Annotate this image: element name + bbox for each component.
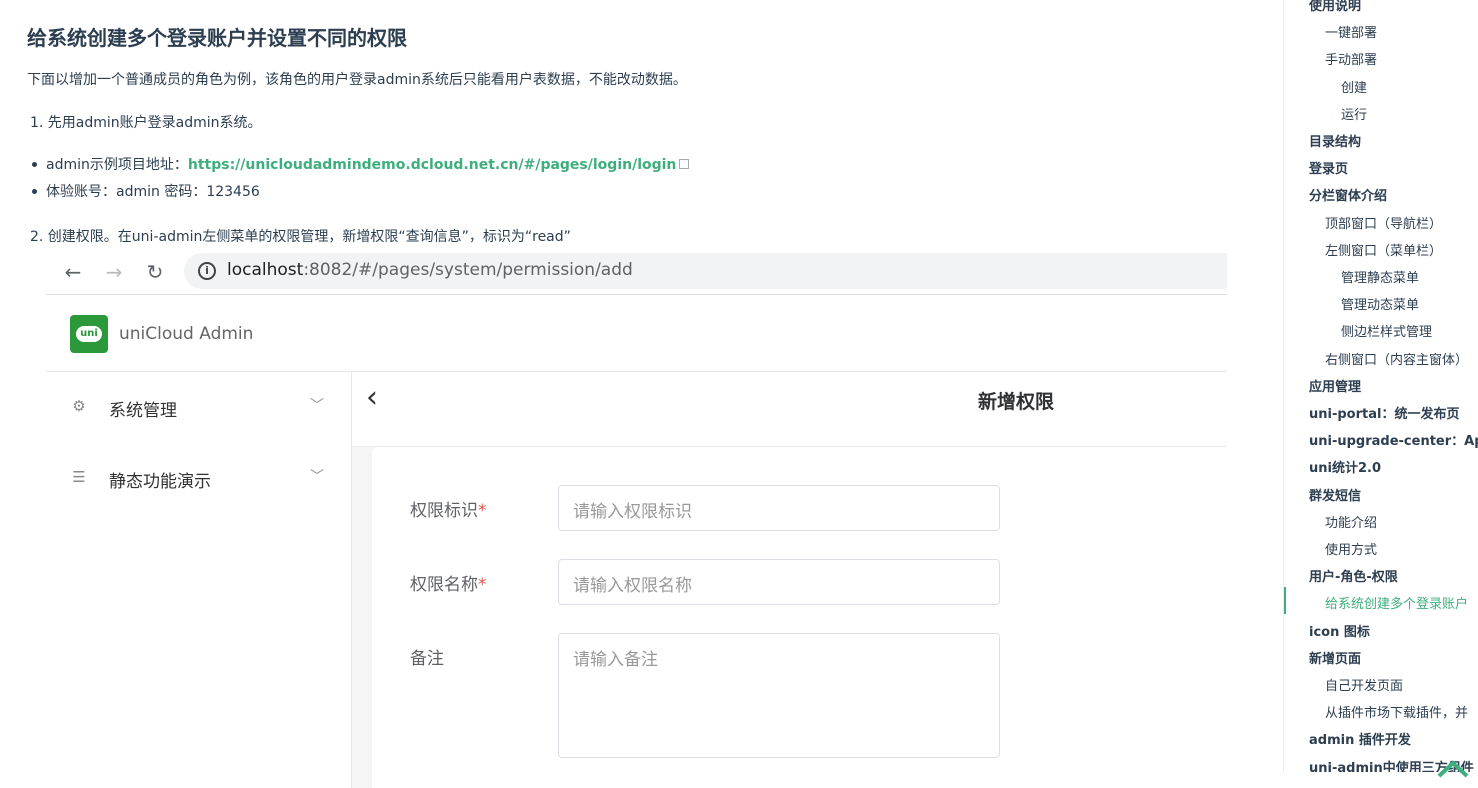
toc-item[interactable]: 使用说明 <box>1309 0 1361 14</box>
app-sidebar: ⚙ 系统管理 ﹀ ☰ 静态功能演示 ﹀ <box>46 372 352 788</box>
chevron-up-icon[interactable] <box>1436 758 1470 780</box>
app-name: uniCloud Admin <box>119 324 254 344</box>
toc-item[interactable]: uni-portal：统一发布页 <box>1309 403 1459 422</box>
reload-icon: ↻ <box>146 260 164 284</box>
toc-item[interactable]: 应用管理 <box>1309 376 1361 395</box>
toc-item[interactable]: 手动部署 <box>1325 49 1377 68</box>
step-1: 1. 先用admin账户登录admin系统。 <box>30 115 262 131</box>
menu-item-label: 系统管理 <box>109 401 177 421</box>
browser-toolbar: ← → ↻ i localhost:8082/#/pages/system/pe… <box>46 250 1227 295</box>
toc-item[interactable]: 创建 <box>1341 77 1367 96</box>
table-of-contents: 使用说明一键部署手动部署创建运行目录结构登录页分栏窗体介绍顶部窗口（导航栏） 左侧… <box>1283 0 1478 772</box>
toc-item[interactable]: 登录页 <box>1309 158 1348 177</box>
page-title: 新增权限 <box>978 391 1055 413</box>
permission-id-input: 请输入权限标识 <box>558 485 1000 531</box>
toc-item[interactable]: 运行 <box>1341 104 1367 123</box>
toc-item[interactable]: 用户-角色-权限 <box>1309 566 1398 585</box>
menu-item-system: ⚙ 系统管理 ﹀ <box>46 380 352 436</box>
page-topbar: ‹ 新增权限 <box>352 372 1227 447</box>
remark-textarea: 请输入备注 <box>558 633 1000 758</box>
toc-item[interactable]: 新增页面 <box>1309 648 1361 667</box>
bullet-demo-url: admin示例项目地址：https://unicloudadmindemo.dc… <box>30 155 690 182</box>
toc-item[interactable]: uni统计2.0 <box>1309 457 1381 476</box>
toc-item[interactable]: 功能介绍 <box>1325 512 1377 531</box>
menu-item-label: 静态功能演示 <box>109 472 211 492</box>
toc-item[interactable]: 一键部署 <box>1325 22 1377 41</box>
info-icon: i <box>198 262 216 280</box>
article-intro: 下面以增加一个普通成员的角色为例，该角色的用户登录admin系统后只能看用户表数… <box>27 72 687 88</box>
menu-item-static-demo: ☰ 静态功能演示 ﹀ <box>46 451 352 507</box>
toc-item[interactable]: 给系统创建多个登录账户 <box>1325 593 1468 612</box>
arrow-left-icon: ← <box>64 260 82 284</box>
bullet-account: 体验账号：admin 密码：123456 <box>30 182 689 209</box>
toc-item[interactable]: 顶部窗口（导航栏） <box>1325 213 1442 232</box>
app-header: uni uniCloud Admin <box>46 295 1227 372</box>
demo-url-link[interactable]: https://unicloudadmindemo.dcloud.net.cn/… <box>188 157 677 173</box>
app-main: ‹ 新增权限 权限标识* 请输入权限标识 权限名称* 请输入权限名称 备注 请输… <box>352 372 1227 788</box>
toc-item[interactable]: 管理动态菜单 <box>1341 294 1419 313</box>
toc-item[interactable]: 右侧窗口（内容主窗体） <box>1325 349 1468 368</box>
form-label: 备注 <box>410 649 444 669</box>
toc-item[interactable]: icon 图标 <box>1309 621 1370 640</box>
chevron-down-icon: ﹀ <box>310 469 324 485</box>
article: 给系统创建多个登录账户并设置不同的权限 下面以增加一个普通成员的角色为例，该角色… <box>0 0 1270 788</box>
toc-item[interactable]: 分栏窗体介绍 <box>1309 185 1387 204</box>
arrow-right-icon: → <box>105 260 123 284</box>
toc-item[interactable]: uni-upgrade-center：App <box>1309 430 1478 449</box>
permission-name-input: 请输入权限名称 <box>558 559 1000 605</box>
embedded-screenshot: ← → ↻ i localhost:8082/#/pages/system/pe… <box>46 250 1227 788</box>
form-label: 权限名称* <box>410 575 487 595</box>
toc-item[interactable]: 自己开发页面 <box>1325 675 1403 694</box>
gear-icon: ⚙ <box>72 397 86 415</box>
form-label: 权限标识* <box>410 501 487 521</box>
list-icon: ☰ <box>72 468 86 486</box>
step-2: 2. 创建权限。在uni-admin左侧菜单的权限管理，新增权限“查询信息”，标… <box>30 229 571 245</box>
toc-item[interactable]: 使用方式 <box>1325 539 1377 558</box>
permission-form: 权限标识* 请输入权限标识 权限名称* 请输入权限名称 备注 请输入备注 <box>372 447 1227 788</box>
toc-item[interactable]: 侧边栏样式管理 <box>1341 321 1432 340</box>
toc-active-indicator <box>1284 587 1286 614</box>
url-text: localhost:8082/#/pages/system/permission… <box>227 260 633 280</box>
external-link-icon <box>679 159 690 169</box>
bullet-list: admin示例项目地址：https://unicloudadmindemo.dc… <box>30 155 690 209</box>
toc-item[interactable]: 群发短信 <box>1309 485 1361 504</box>
address-bar: i localhost:8082/#/pages/system/permissi… <box>184 253 1227 289</box>
toc-item[interactable]: 目录结构 <box>1309 131 1361 150</box>
chevron-down-icon: ﹀ <box>310 398 324 414</box>
bullet-demo-url-prefix: admin示例项目地址： <box>46 157 188 173</box>
toc-item[interactable]: 管理静态菜单 <box>1341 267 1419 286</box>
article-heading: 给系统创建多个登录账户并设置不同的权限 <box>27 26 407 50</box>
unicloud-logo: uni <box>70 315 108 353</box>
toc-item[interactable]: 从插件市场下载插件，并 <box>1325 702 1468 721</box>
toc-item[interactable]: admin 插件开发 <box>1309 729 1411 748</box>
toc-item[interactable]: 左侧窗口（菜单栏） <box>1325 240 1442 259</box>
chevron-left-icon: ‹ <box>366 380 378 415</box>
